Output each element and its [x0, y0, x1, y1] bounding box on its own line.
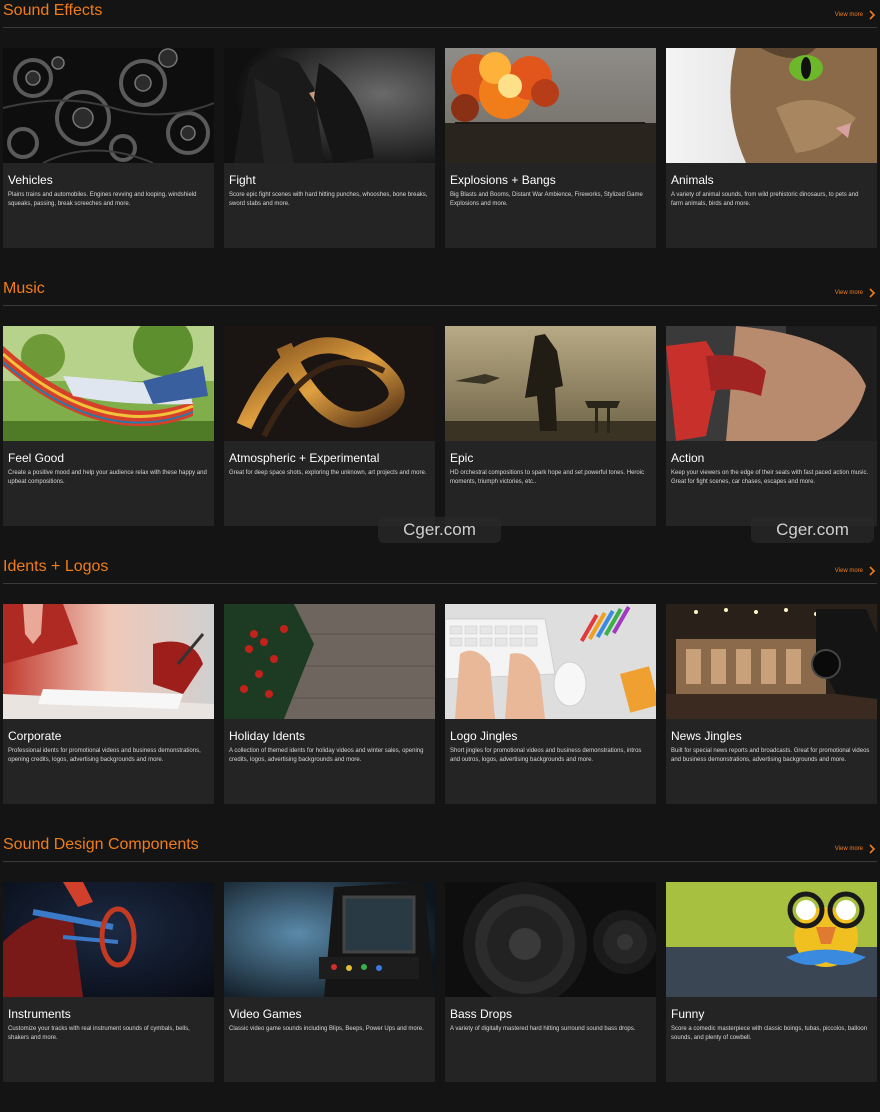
card-title: Video Games [229, 1007, 302, 1021]
section-header: Sound Effects View more [0, 0, 880, 28]
section-header: Sound Design Components View more [0, 834, 880, 862]
chevron-right-icon [869, 288, 876, 298]
category-card-atmospheric[interactable]: Atmospheric + Experimental Great for dee… [224, 326, 435, 526]
animals-thumbnail [666, 48, 877, 163]
section-title: Music [3, 280, 45, 297]
card-description: A variety of animal sounds, from wild pr… [671, 192, 859, 207]
card-title: Epic [450, 451, 474, 465]
card-description: A variety of digitally mastered hard hit… [450, 1026, 636, 1032]
section-title: Sound Design Components [3, 836, 199, 853]
card-title: Atmospheric + Experimental [229, 451, 380, 465]
category-card-instruments[interactable]: Instruments Customize your tracks with r… [3, 882, 214, 1082]
category-card-vehicles[interactable]: Vehicles Plains trains and automobiles. … [3, 48, 214, 248]
card-title: Explosions + Bangs [450, 173, 556, 187]
category-card-fight[interactable]: Fight Score epic fight scenes with hard … [224, 48, 435, 248]
view-more-label: View more [834, 846, 863, 852]
section-divider [3, 27, 877, 28]
video-games-thumbnail [224, 882, 435, 997]
category-card-holiday-idents[interactable]: Holiday Idents A collection of themed id… [224, 604, 435, 804]
funny-thumbnail [666, 882, 877, 997]
section-title: Idents + Logos [3, 558, 109, 575]
category-card-explosions[interactable]: Explosions + Bangs Big Blasts and Booms,… [445, 48, 656, 248]
vehicles-thumbnail [3, 48, 214, 163]
card-description: Great for deep space shots, exploring th… [229, 470, 427, 476]
view-more-link[interactable]: View more [835, 10, 876, 20]
news-jingles-thumbnail [666, 604, 877, 719]
category-card-epic[interactable]: Epic HD orchestral compositions to spark… [445, 326, 656, 526]
view-more-label: View more [834, 12, 863, 18]
card-title: News Jingles [671, 729, 742, 743]
card-description: Short jingles for promotional videos and… [450, 748, 642, 763]
card-description: Built for special news reports and broad… [671, 748, 870, 763]
chevron-right-icon [869, 10, 876, 20]
chevron-right-icon [869, 844, 876, 854]
view-more-label: View more [834, 290, 863, 296]
card-title: Fight [229, 173, 256, 187]
corporate-thumbnail [3, 604, 214, 719]
category-card-feel-good[interactable]: Feel Good Create a positive mood and hel… [3, 326, 214, 526]
section-divider [3, 861, 877, 862]
feel-good-thumbnail [3, 326, 214, 441]
card-title: Vehicles [8, 173, 53, 187]
epic-thumbnail [445, 326, 656, 441]
card-description: Score a comedic masterpiece with classic… [671, 1026, 868, 1041]
card-title: Instruments [8, 1007, 71, 1021]
card-description: Big Blasts and Booms, Distant War Ambien… [450, 192, 643, 207]
card-description: Plains trains and automobiles. Engines r… [8, 192, 197, 207]
holiday-idents-thumbnail [224, 604, 435, 719]
category-card-bass-drops[interactable]: Bass Drops A variety of digitally master… [445, 882, 656, 1082]
action-thumbnail [666, 326, 877, 441]
instruments-thumbnail [3, 882, 214, 997]
card-description: HD orchestral compositions to spark hope… [450, 470, 645, 485]
chevron-right-icon [869, 566, 876, 576]
section-header: Idents + Logos View more [0, 556, 880, 584]
category-card-funny[interactable]: Funny Score a comedic masterpiece with c… [666, 882, 877, 1082]
explosions-thumbnail [445, 48, 656, 163]
section-title: Sound Effects [3, 2, 103, 19]
card-description: Score epic fight scenes with hard hittin… [229, 192, 428, 207]
category-card-animals[interactable]: Animals A variety of animal sounds, from… [666, 48, 877, 248]
section-idents-logos: Idents + Logos View more Corporate Profe… [0, 556, 880, 834]
section-divider [3, 583, 877, 584]
card-description: Professional idents for promotional vide… [8, 748, 201, 763]
card-description: Keep your viewers on the edge of their s… [671, 470, 869, 485]
section-music: Music View more Feel Good Create a posit… [0, 278, 880, 556]
view-more-link[interactable]: View more [835, 288, 876, 298]
bass-drops-thumbnail [445, 882, 656, 997]
fight-thumbnail [224, 48, 435, 163]
card-description: Classic video game sounds including Blip… [229, 1026, 424, 1032]
card-description: Create a positive mood and help your aud… [8, 470, 207, 485]
card-description: A collection of themed idents for holida… [229, 748, 424, 763]
card-description: Customize your tracks with real instrume… [8, 1026, 190, 1041]
watermark: Cger.com [751, 517, 874, 543]
category-card-video-games[interactable]: Video Games Classic video game sounds in… [224, 882, 435, 1082]
logo-jingles-thumbnail [445, 604, 656, 719]
section-sound-design-components: Sound Design Components View more Instru… [0, 834, 880, 1112]
view-more-link[interactable]: View more [835, 566, 876, 576]
watermark: Cger.com [378, 517, 501, 543]
card-title: Holiday Idents [229, 729, 306, 743]
view-more-link[interactable]: View more [835, 844, 876, 854]
card-title: Funny [671, 1007, 705, 1021]
card-title: Animals [671, 173, 714, 187]
card-title: Feel Good [8, 451, 65, 465]
card-title: Logo Jingles [450, 729, 518, 743]
view-more-label: View more [834, 568, 863, 574]
section-header: Music View more [0, 278, 880, 306]
category-card-news-jingles[interactable]: News Jingles Built for special news repo… [666, 604, 877, 804]
atmospheric-thumbnail [224, 326, 435, 441]
section-divider [3, 305, 877, 306]
category-card-corporate[interactable]: Corporate Professional idents for promot… [3, 604, 214, 804]
section-sound-effects: Sound Effects View more Vehicles Plains … [0, 0, 880, 278]
card-title: Bass Drops [450, 1007, 513, 1021]
card-title: Action [671, 451, 705, 465]
category-card-action[interactable]: Action Keep your viewers on the edge of … [666, 326, 877, 526]
card-title: Corporate [8, 729, 62, 743]
category-card-logo-jingles[interactable]: Logo Jingles Short jingles for promotion… [445, 604, 656, 804]
